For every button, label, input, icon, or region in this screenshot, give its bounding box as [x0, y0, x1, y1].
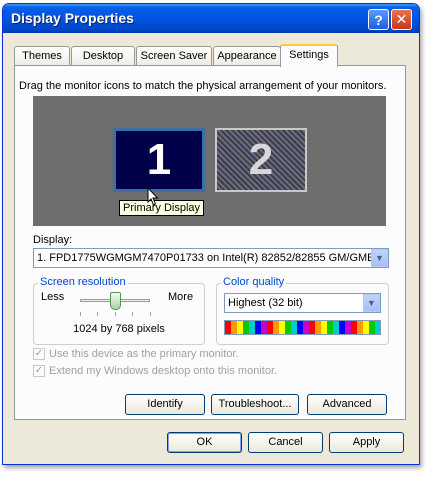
title-bar[interactable]: Display Properties ? ✕ — [3, 4, 419, 33]
color-quality-title: Color quality — [221, 276, 287, 288]
display-select-value: 1. FPD1775WGMGM7470P01733 on Intel(R) 82… — [37, 252, 389, 264]
resolution-more-label: More — [168, 291, 194, 303]
slider-tick — [150, 312, 151, 316]
monitor-1[interactable]: 1 — [113, 128, 205, 192]
tab-themes[interactable]: Themes — [14, 46, 70, 66]
window-title: Display Properties — [11, 10, 134, 26]
tab-label: Desktop — [82, 50, 124, 62]
primary-display-tooltip: Primary Display — [119, 200, 205, 216]
color-quality-value: Highest (32 bit) — [228, 297, 303, 309]
monitor-number: 2 — [248, 135, 274, 184]
screen-resolution-title: Screen resolution — [38, 276, 128, 288]
primary-monitor-checkbox[interactable]: ✓ Use this device as the primary monitor… — [33, 348, 239, 360]
instructions-text: Drag the monitor icons to match the phys… — [19, 80, 387, 92]
mouse-cursor-icon — [147, 187, 159, 206]
extend-desktop-checkbox[interactable]: ✓ Extend my Windows desktop onto this mo… — [33, 365, 277, 377]
advanced-button[interactable]: Advanced — [307, 394, 387, 415]
resolution-less-label: Less — [41, 291, 65, 303]
tab-desktop[interactable]: Desktop — [71, 46, 135, 66]
close-icon: ✕ — [395, 11, 408, 27]
monitor-2[interactable]: 2 — [215, 128, 307, 192]
help-button[interactable]: ? — [368, 9, 389, 30]
tab-appearance[interactable]: Appearance — [213, 46, 281, 66]
slider-tick — [115, 312, 116, 316]
color-quality-select[interactable]: Highest (32 bit) ▼ — [224, 293, 381, 313]
checkbox-check-icon: ✓ — [33, 348, 45, 360]
ok-button[interactable]: OK — [167, 432, 242, 453]
help-icon: ? — [374, 11, 383, 28]
resolution-slider-thumb[interactable] — [110, 292, 121, 310]
tab-label: Appearance — [217, 50, 277, 62]
cancel-button[interactable]: Cancel — [248, 432, 323, 453]
display-select[interactable]: 1. FPD1775WGMGM7470P01733 on Intel(R) 82… — [33, 248, 389, 268]
tab-label: Themes — [22, 50, 62, 62]
tab-settings[interactable]: Settings — [280, 44, 338, 67]
monitor-number: 1 — [146, 135, 172, 184]
checkbox-label: Extend my Windows desktop onto this moni… — [49, 365, 278, 377]
slider-tick — [132, 312, 133, 316]
tab-label: Screen Saver — [140, 50, 208, 62]
checkbox-label: Use this device as the primary monitor. — [49, 348, 239, 360]
checkbox-check-icon: ✓ — [33, 365, 45, 377]
close-button[interactable]: ✕ — [391, 9, 412, 30]
slider-tick — [97, 312, 98, 316]
troubleshoot-button[interactable]: Troubleshoot... — [211, 394, 299, 415]
resolution-value: 1024 by 768 pixels — [73, 323, 165, 335]
chevron-down-icon[interactable]: ▼ — [363, 294, 380, 312]
display-label: Display: — [33, 234, 73, 246]
chevron-down-icon[interactable]: ▼ — [371, 249, 388, 267]
tab-label: Settings — [289, 49, 329, 61]
monitor-arrangement-area[interactable]: 1 2 — [33, 96, 386, 226]
apply-button[interactable]: Apply — [329, 432, 404, 453]
slider-tick — [80, 312, 81, 316]
color-spectrum-bar — [224, 320, 381, 335]
tab-screen-saver[interactable]: Screen Saver — [136, 46, 212, 66]
identify-button[interactable]: Identify — [125, 394, 205, 415]
